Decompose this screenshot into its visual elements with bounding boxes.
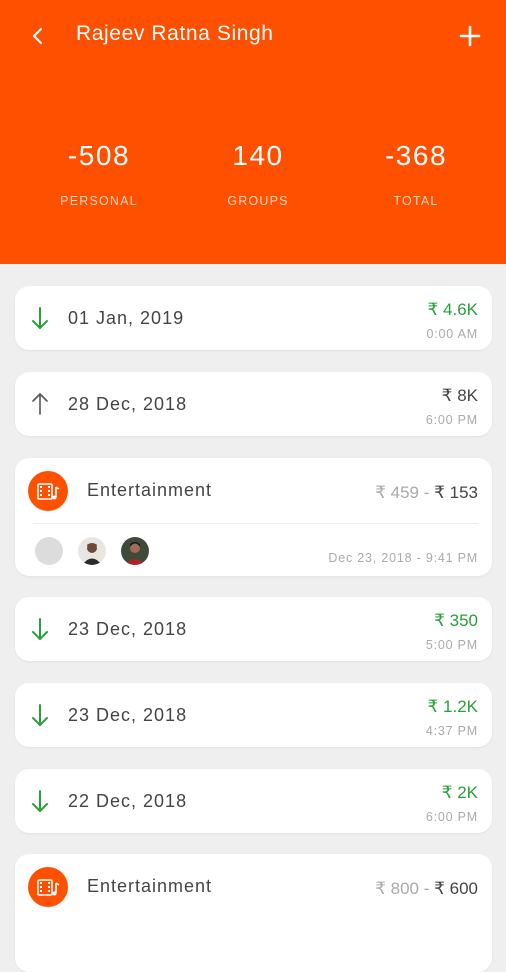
plus-icon <box>459 25 481 47</box>
group-amount: ₹ 800 - ₹ 600 <box>375 879 478 899</box>
transaction-time: 6:00 PM <box>425 413 478 427</box>
transaction-card[interactable]: 28 Dec, 2018 ₹ 8K 6:00 PM <box>15 372 492 436</box>
arrow-up-icon <box>32 393 48 415</box>
transaction-card[interactable]: 22 Dec, 2018 ₹ 2K 6:00 PM <box>15 769 492 833</box>
transaction-time: 6:00 PM <box>425 810 478 824</box>
arrow-down-icon <box>32 704 48 726</box>
transaction-time: 0:00 AM <box>426 327 478 341</box>
stat-value: -508 <box>67 140 131 171</box>
amount-separator: - <box>418 879 435 898</box>
transaction-card[interactable]: 01 Jan, 2019 ₹ 4.6K 0:00 AM <box>15 286 492 350</box>
movie-music-icon <box>28 471 68 511</box>
group-share-amount: ₹ 153 <box>434 483 478 502</box>
group-amount: ₹ 459 - ₹ 153 <box>375 483 478 503</box>
transaction-date: 23 Dec, 2018 <box>68 619 188 639</box>
group-name: Entertainment <box>87 480 213 500</box>
page-title: Rajeev Ratna Singh <box>76 22 274 45</box>
group-total-amount: ₹ 459 <box>375 483 419 502</box>
transaction-amount: ₹ 8K <box>441 386 478 405</box>
amount-separator: - <box>418 483 435 502</box>
transaction-card[interactable]: 23 Dec, 2018 ₹ 1.2K 4:37 PM <box>15 683 492 747</box>
avatar[interactable] <box>121 537 149 565</box>
back-button[interactable] <box>24 20 52 52</box>
stat-value: 140 <box>232 140 284 171</box>
stat-label: PERSONAL <box>60 194 138 208</box>
profile-header: Rajeev Ratna Singh -508 PERSONAL 140 GRO… <box>0 0 506 264</box>
arrow-down-icon <box>32 307 48 329</box>
transaction-date: 23 Dec, 2018 <box>68 705 188 725</box>
transaction-time: 4:37 PM <box>425 724 478 738</box>
stat-personal[interactable]: -508 PERSONAL <box>29 140 169 208</box>
stat-total[interactable]: -368 TOTAL <box>346 140 486 208</box>
group-name: Entertainment <box>87 876 213 896</box>
transaction-date: 22 Dec, 2018 <box>68 791 188 811</box>
group-total-amount: ₹ 800 <box>375 879 419 898</box>
group-expense-card[interactable]: Entertainment ₹ 800 - ₹ 600 <box>15 854 492 972</box>
add-button[interactable] <box>456 20 484 52</box>
transaction-time: 5:00 PM <box>425 638 478 652</box>
stat-label: GROUPS <box>227 194 289 208</box>
transaction-amount: ₹ 4.6K <box>427 300 478 319</box>
stat-label: TOTAL <box>393 194 439 208</box>
transaction-date: 01 Jan, 2019 <box>68 308 185 328</box>
stat-value: -368 <box>384 140 448 171</box>
member-avatars <box>35 537 164 565</box>
group-share-amount: ₹ 600 <box>434 879 478 898</box>
avatar[interactable] <box>78 537 106 565</box>
group-datetime: Dec 23, 2018 - 9:41 PM <box>328 551 478 565</box>
transaction-card[interactable]: 23 Dec, 2018 ₹ 350 5:00 PM <box>15 597 492 661</box>
arrow-down-icon <box>32 790 48 812</box>
divider <box>33 523 478 524</box>
group-expense-card[interactable]: Entertainment ₹ 459 - ₹ 153 Dec 23, 2018… <box>15 458 492 576</box>
avatar[interactable] <box>35 537 63 565</box>
transaction-amount: ₹ 350 <box>434 611 478 630</box>
arrow-down-icon <box>32 618 48 640</box>
transaction-date: 28 Dec, 2018 <box>68 394 188 414</box>
chevron-left-icon <box>32 27 43 45</box>
transaction-amount: ₹ 1.2K <box>427 697 478 716</box>
stat-groups[interactable]: 140 GROUPS <box>188 140 328 208</box>
movie-music-icon <box>28 867 68 907</box>
transaction-amount: ₹ 2K <box>441 783 478 802</box>
